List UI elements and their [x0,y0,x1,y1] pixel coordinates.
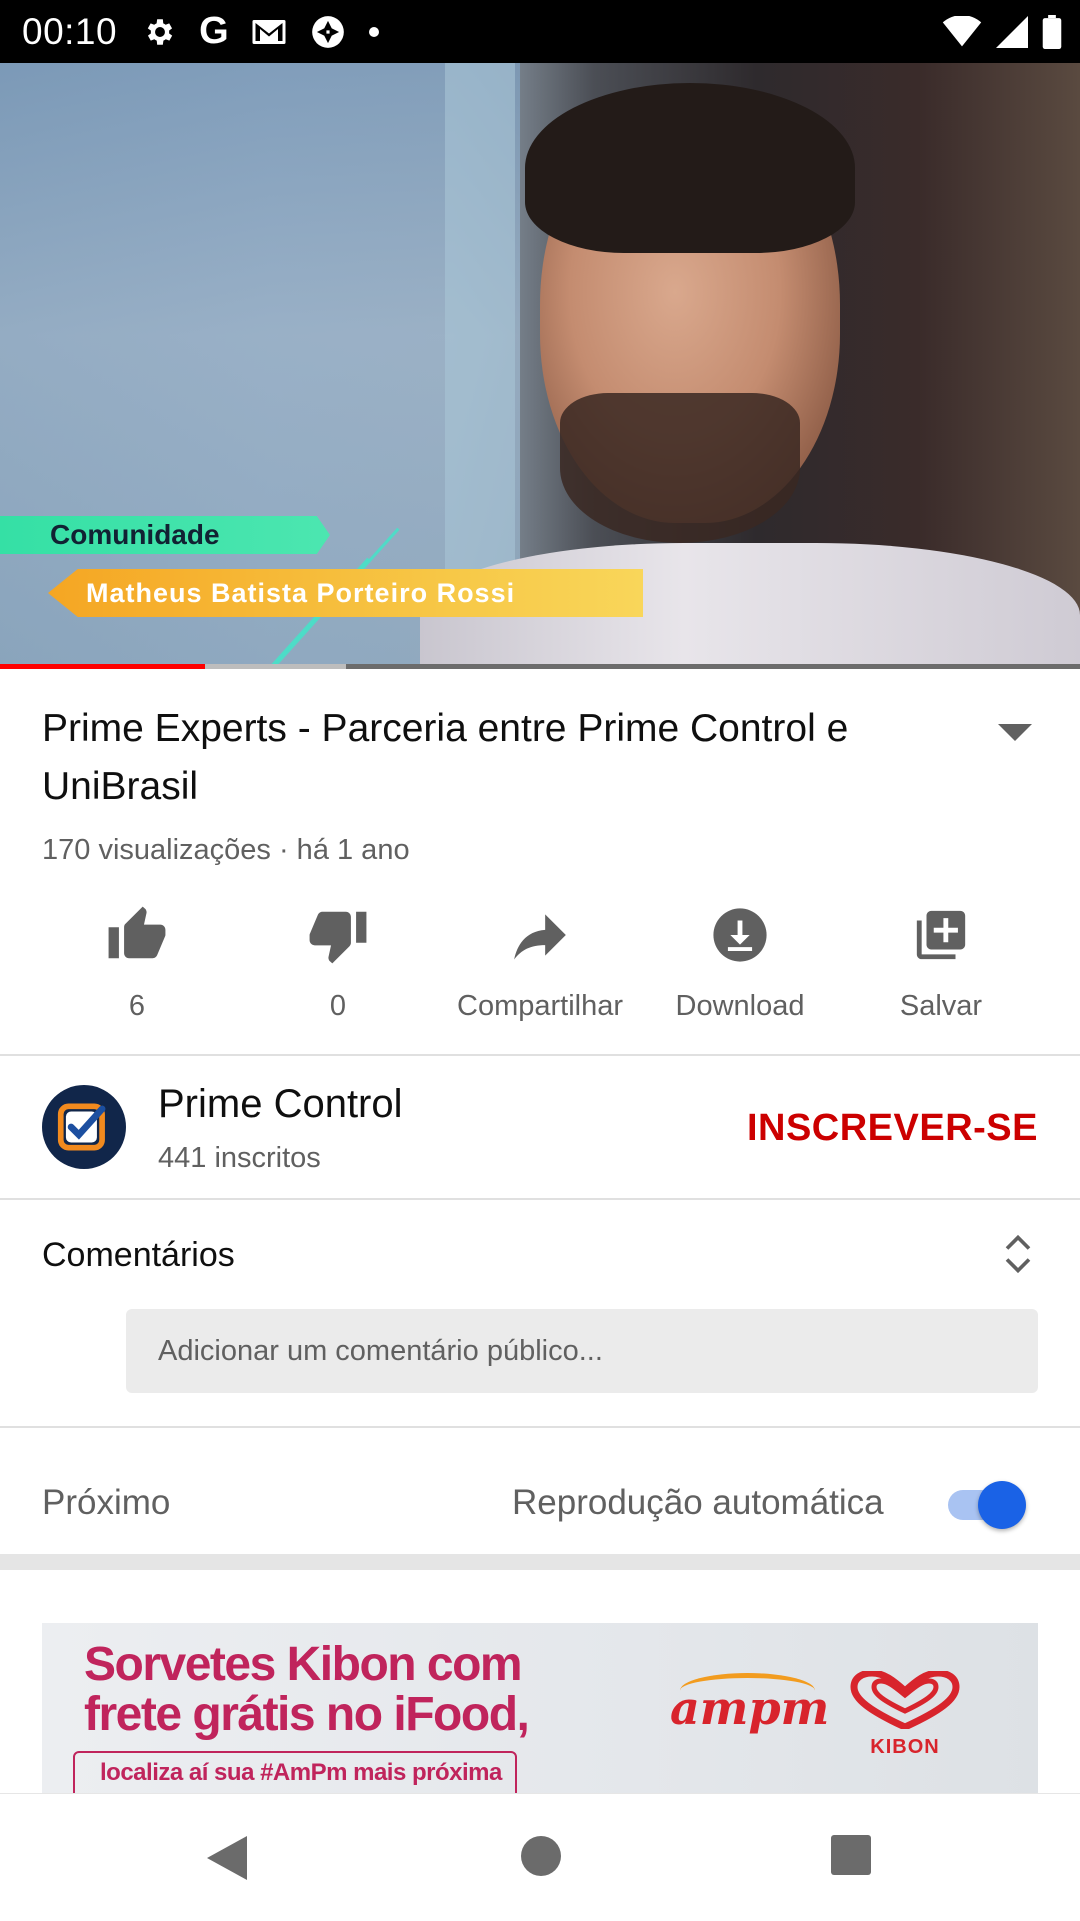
overlay-name: Matheus Batista Porteiro Rossi [48,569,643,617]
subscribe-button[interactable]: INSCREVER-SE [747,1107,1038,1150]
share-label: Compartilhar [457,990,623,1022]
action-row: 6 0 Compartilhar Download Salvar [0,900,1080,1030]
heart-logo-icon [850,1669,960,1731]
clock: 00:10 [22,10,118,52]
autoplay-toggle[interactable] [948,1481,1028,1529]
share-icon [514,914,566,960]
overlay-label: Comunidade [0,516,330,554]
recents-icon[interactable] [830,1834,872,1876]
channel-name[interactable]: Prime Control [158,1082,403,1127]
navigation-bar [0,1793,1080,1921]
video-title[interactable]: Prime Experts - Parceria entre Prime Con… [42,700,962,816]
download-button[interactable]: Download [640,900,840,1023]
video-meta: 170 visualizações · há 1 ano [42,834,410,866]
ad-headline-line2: frete grátis no iFood, [84,1688,530,1741]
notification-dot-icon [368,26,379,37]
wifi-icon [942,15,982,46]
channel-avatar[interactable] [42,1085,126,1169]
toggle-knob [978,1481,1026,1529]
cell-signal-icon [996,15,1028,48]
ampm-logo: ampm [670,1681,830,1735]
share-button[interactable]: Compartilhar [440,900,640,1023]
add-to-playlist-icon [916,910,966,960]
battery-icon [1042,14,1062,49]
system-icons [942,0,1062,63]
back-icon[interactable] [205,1834,249,1882]
comments-header[interactable]: Comentários [42,1236,235,1275]
section-separator [0,1554,1080,1570]
ad-banner[interactable]: Sorvetes Kibon com frete grátis no iFood… [42,1623,1038,1793]
save-button[interactable]: Salvar [841,900,1041,1023]
played-bar [0,664,206,669]
divider [0,1426,1080,1428]
save-label: Salvar [899,990,983,1022]
home-icon[interactable] [519,1834,563,1878]
notification-icons: G [143,10,379,53]
autoplay-label: Reprodução automática [512,1483,884,1522]
camera-shutter-icon [311,15,344,48]
video-player[interactable]: Comunidade Matheus Batista Porteiro Ross… [0,63,1080,669]
dislike-count: 0 [329,990,347,1022]
ad-subline: localiza aí sua #AmPm mais próxima [100,1759,502,1786]
checkbox-logo-icon [57,1103,106,1151]
gmail-icon [252,19,286,44]
google-icon: G [199,10,229,52]
kibon-wordmark: KIBON [870,1736,940,1758]
up-next-label: Próximo [42,1483,171,1522]
ad-headline-line1: Sorvetes Kibon com [84,1638,523,1691]
download-icon [713,908,767,962]
thumbs-down-icon [309,911,367,964]
divider [0,1198,1080,1200]
like-count: 6 [128,990,146,1022]
dislike-button[interactable]: 0 [238,900,438,1023]
subscriber-count: 441 inscritos [158,1142,321,1174]
expand-description-icon[interactable] [998,724,1032,741]
divider [0,1054,1080,1056]
expand-collapse-icon[interactable] [1003,1232,1033,1276]
download-label: Download [675,990,805,1022]
settings-icon [147,18,173,45]
comment-input[interactable] [126,1309,1038,1393]
status-bar: 00:10 G [0,0,1080,63]
video-progress-bar[interactable] [0,664,1080,669]
like-button[interactable]: 6 [37,900,237,1023]
thumbs-up-icon [108,906,166,959]
kibon-logo: KIBON [848,1669,962,1759]
